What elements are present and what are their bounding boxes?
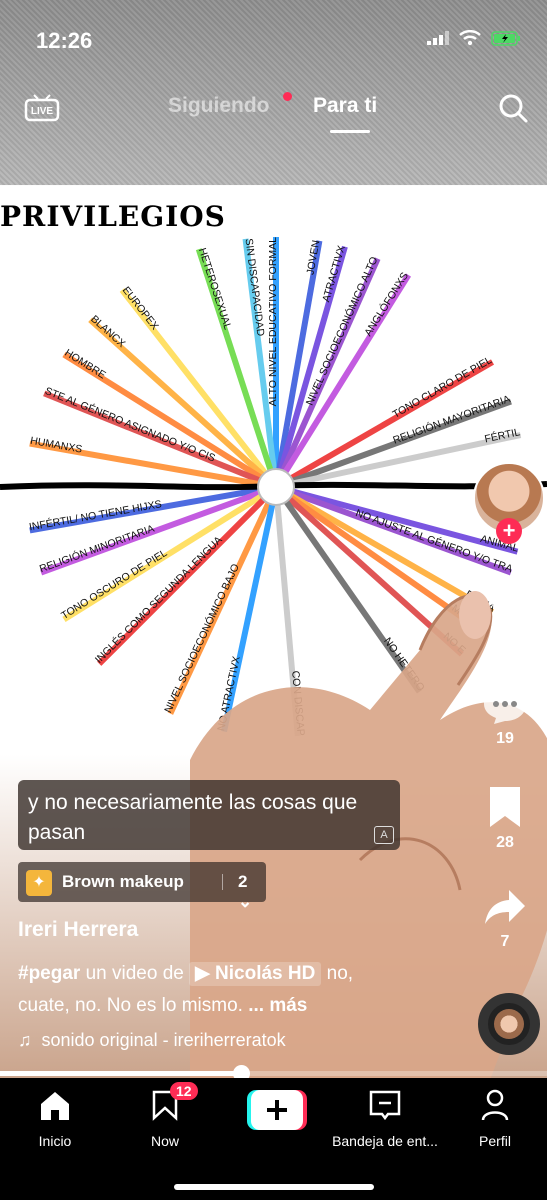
signal-icon — [427, 31, 449, 45]
heart-icon — [488, 584, 522, 618]
wheel-label-top: BLANCX — [88, 313, 127, 350]
mention-chip[interactable]: ▶ Nicolás HD — [189, 962, 322, 986]
bookmark-count: 28 — [496, 834, 514, 851]
home-icon — [41, 1092, 69, 1120]
inbox-icon — [369, 1090, 401, 1121]
follow-button[interactable]: + — [496, 518, 522, 544]
status-time: 12:26 — [36, 28, 93, 53]
share-icon — [485, 890, 525, 924]
video-caption: y no necesariamente las cosas que pasan … — [18, 780, 400, 850]
music-title: sonido original - ireriherreratok — [41, 1030, 286, 1050]
profile-icon — [481, 1089, 509, 1121]
more-link[interactable]: ... más — [248, 995, 307, 1016]
comment-button[interactable]: 19 — [475, 685, 535, 748]
bookmark-icon — [490, 787, 520, 827]
music-disc[interactable] — [478, 993, 540, 1055]
share-count: 7 — [500, 933, 510, 950]
wifi-icon — [459, 30, 481, 46]
like-count: 292 — [491, 625, 519, 642]
like-button[interactable]: 292 — [475, 580, 535, 643]
search-icon[interactable] — [497, 92, 529, 124]
comment-count: 19 — [496, 730, 514, 747]
svg-text:LIVE: LIVE — [31, 106, 54, 117]
wheel-label-top: EUROPEX — [120, 284, 161, 332]
nav-profile[interactable]: Perfil — [440, 1088, 547, 1149]
author-name[interactable]: Ireri Herrera — [18, 918, 138, 942]
nav-inbox-label: Bandeja de ent... — [332, 1133, 438, 1149]
chevron-down-icon: ⌄ — [238, 892, 253, 911]
home-indicator — [174, 1184, 374, 1190]
nav-now[interactable]: 12 Now — [110, 1082, 220, 1149]
chart-title: PRIVILEGIOS — [0, 200, 226, 233]
video-description: #pegar un video de ▶ Nicolás HD no, cuat… — [18, 958, 398, 1022]
caption-text: y no necesariamente las cosas que pasan — [28, 791, 358, 844]
wheel-label-top: HOMBRE — [62, 347, 107, 382]
effect-name: Brown makeup — [62, 872, 184, 891]
effect-count: 2 ⌄ — [238, 872, 253, 911]
translate-icon[interactable]: A — [374, 826, 394, 844]
nav-now-label: Now — [150, 1133, 179, 1149]
nav-home[interactable]: Inicio — [0, 1088, 110, 1149]
sparkle-icon: ✦ — [26, 870, 52, 896]
music-info[interactable]: ♫ sonido original - ireriherreratok — [18, 1030, 286, 1051]
wheel-label-top: ALTO NIVEL EDUCATIVO FORMAL — [267, 237, 279, 407]
live-icon[interactable]: LIVE — [24, 92, 60, 122]
disc-avatar — [494, 1009, 524, 1039]
tab-following[interactable]: Siguiendo — [168, 94, 270, 118]
wheel-label-top: JOVEN — [304, 239, 322, 276]
hashtag[interactable]: #pegar — [18, 963, 80, 984]
create-button[interactable] — [247, 1090, 307, 1130]
active-tab-indicator — [330, 130, 370, 133]
progress-fill — [0, 1071, 242, 1076]
play-icon: ▶ — [195, 963, 210, 984]
nav-home-label: Inicio — [38, 1133, 72, 1149]
wheel-label-top: SIN DISCAPACIDAD — [243, 238, 267, 338]
effect-separator — [222, 874, 223, 890]
share-button[interactable]: 7 — [475, 888, 535, 951]
status-bar: 12:26 — [0, 0, 547, 80]
now-badge: 12 — [170, 1082, 198, 1100]
bookmark-button[interactable]: 28 — [475, 785, 535, 852]
description-text: un video de — [85, 963, 184, 984]
nav-inbox[interactable]: Bandeja de ent... — [330, 1088, 440, 1149]
wheel-label-top: HUMANXS — [29, 435, 83, 456]
tab-for-you[interactable]: Para ti — [313, 94, 377, 118]
bottom-navigation: Inicio 12 Now Bandeja de ent... Perfil — [0, 1078, 547, 1200]
video-progress-bar[interactable] — [0, 1065, 547, 1082]
comment-icon — [484, 687, 526, 724]
wheel-label-top: FÉRTIL — [483, 425, 521, 445]
wheel-label-top: HETEROSEXUAL — [196, 246, 234, 331]
battery-icon — [491, 30, 520, 46]
top-navigation: LIVE Siguiendo Para ti — [0, 88, 547, 138]
wheel-label-top: ATRACTIVX — [320, 244, 348, 303]
nav-profile-label: Perfil — [479, 1133, 511, 1149]
music-note-icon: ♫ — [18, 1030, 32, 1050]
effect-chip[interactable]: ✦ Brown makeup 2 ⌄ — [18, 862, 266, 911]
following-notification-dot — [283, 92, 292, 101]
